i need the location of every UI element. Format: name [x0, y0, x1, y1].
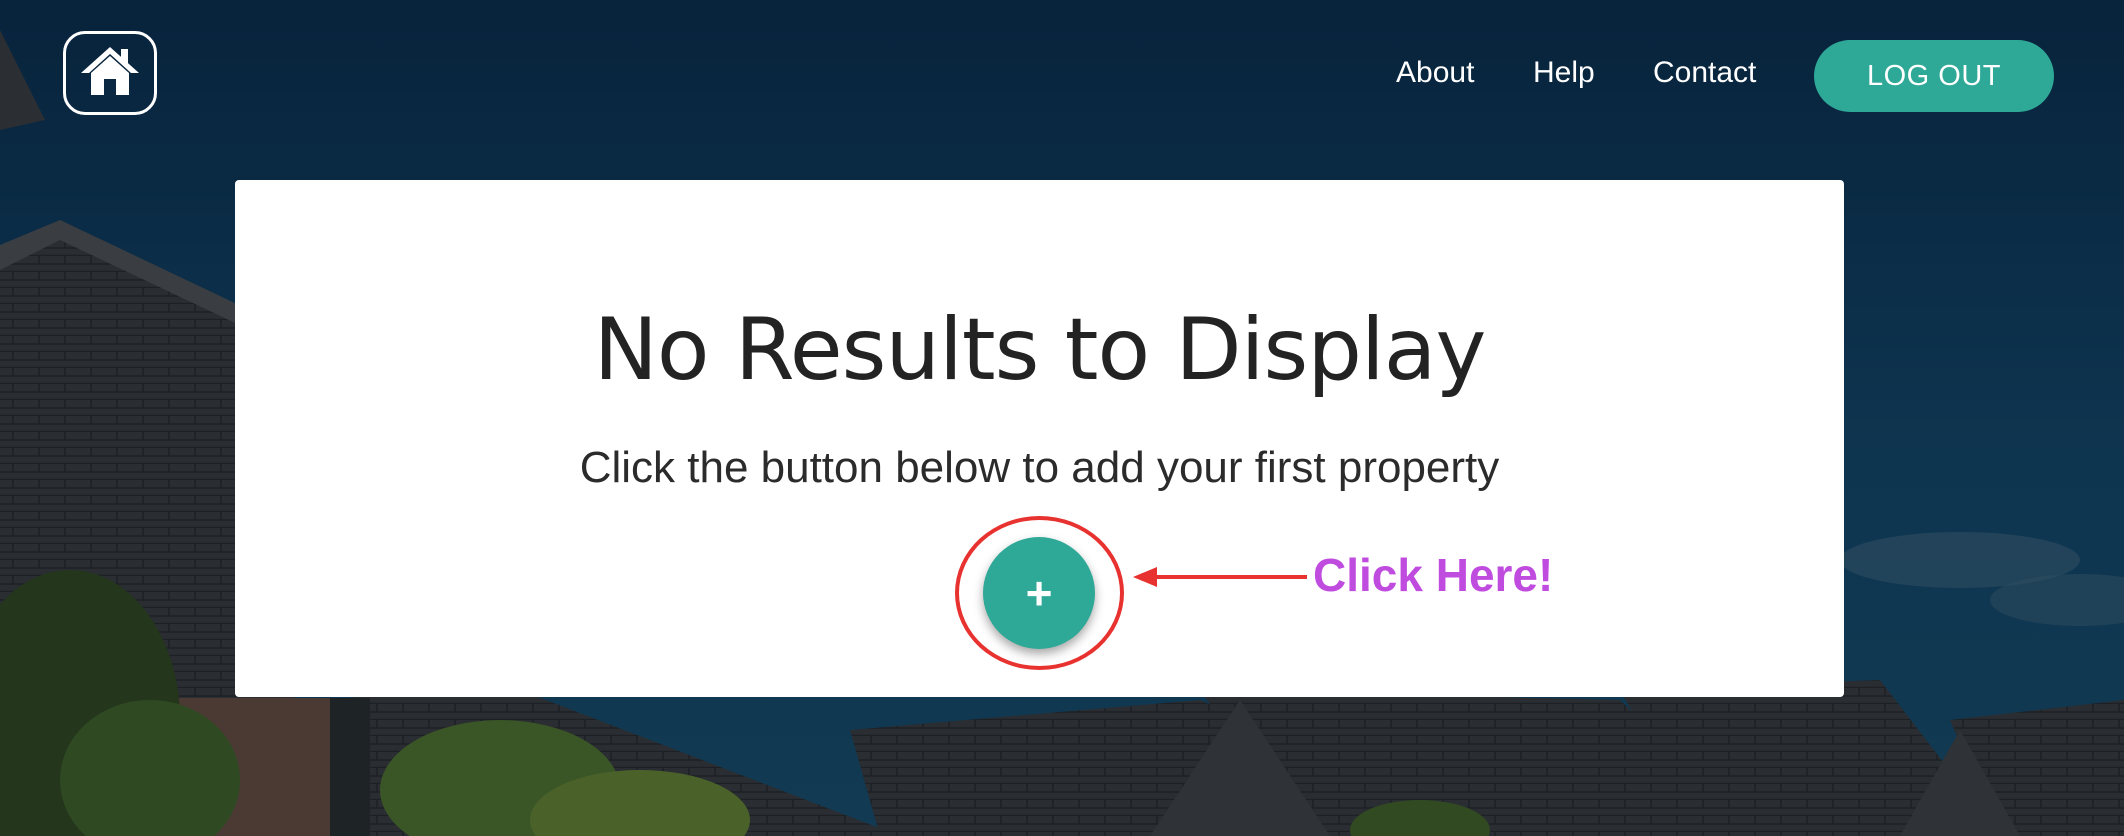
home-button[interactable] [63, 31, 157, 115]
click-here-callout: Click Here! [1313, 549, 1554, 601]
nav-link-about[interactable]: About [1396, 55, 1474, 91]
empty-state-subtitle: Click the button below to add your first… [579, 443, 1500, 492]
nav-link-help[interactable]: Help [1533, 55, 1595, 91]
arrow-icon [1133, 567, 1307, 587]
house-icon [79, 43, 141, 104]
logout-button[interactable]: LOG OUT [1814, 40, 2054, 112]
nav-link-contact[interactable]: Contact [1653, 55, 1756, 91]
empty-state-title: No Results to Display [593, 300, 1487, 400]
highlight-ring [955, 516, 1124, 670]
